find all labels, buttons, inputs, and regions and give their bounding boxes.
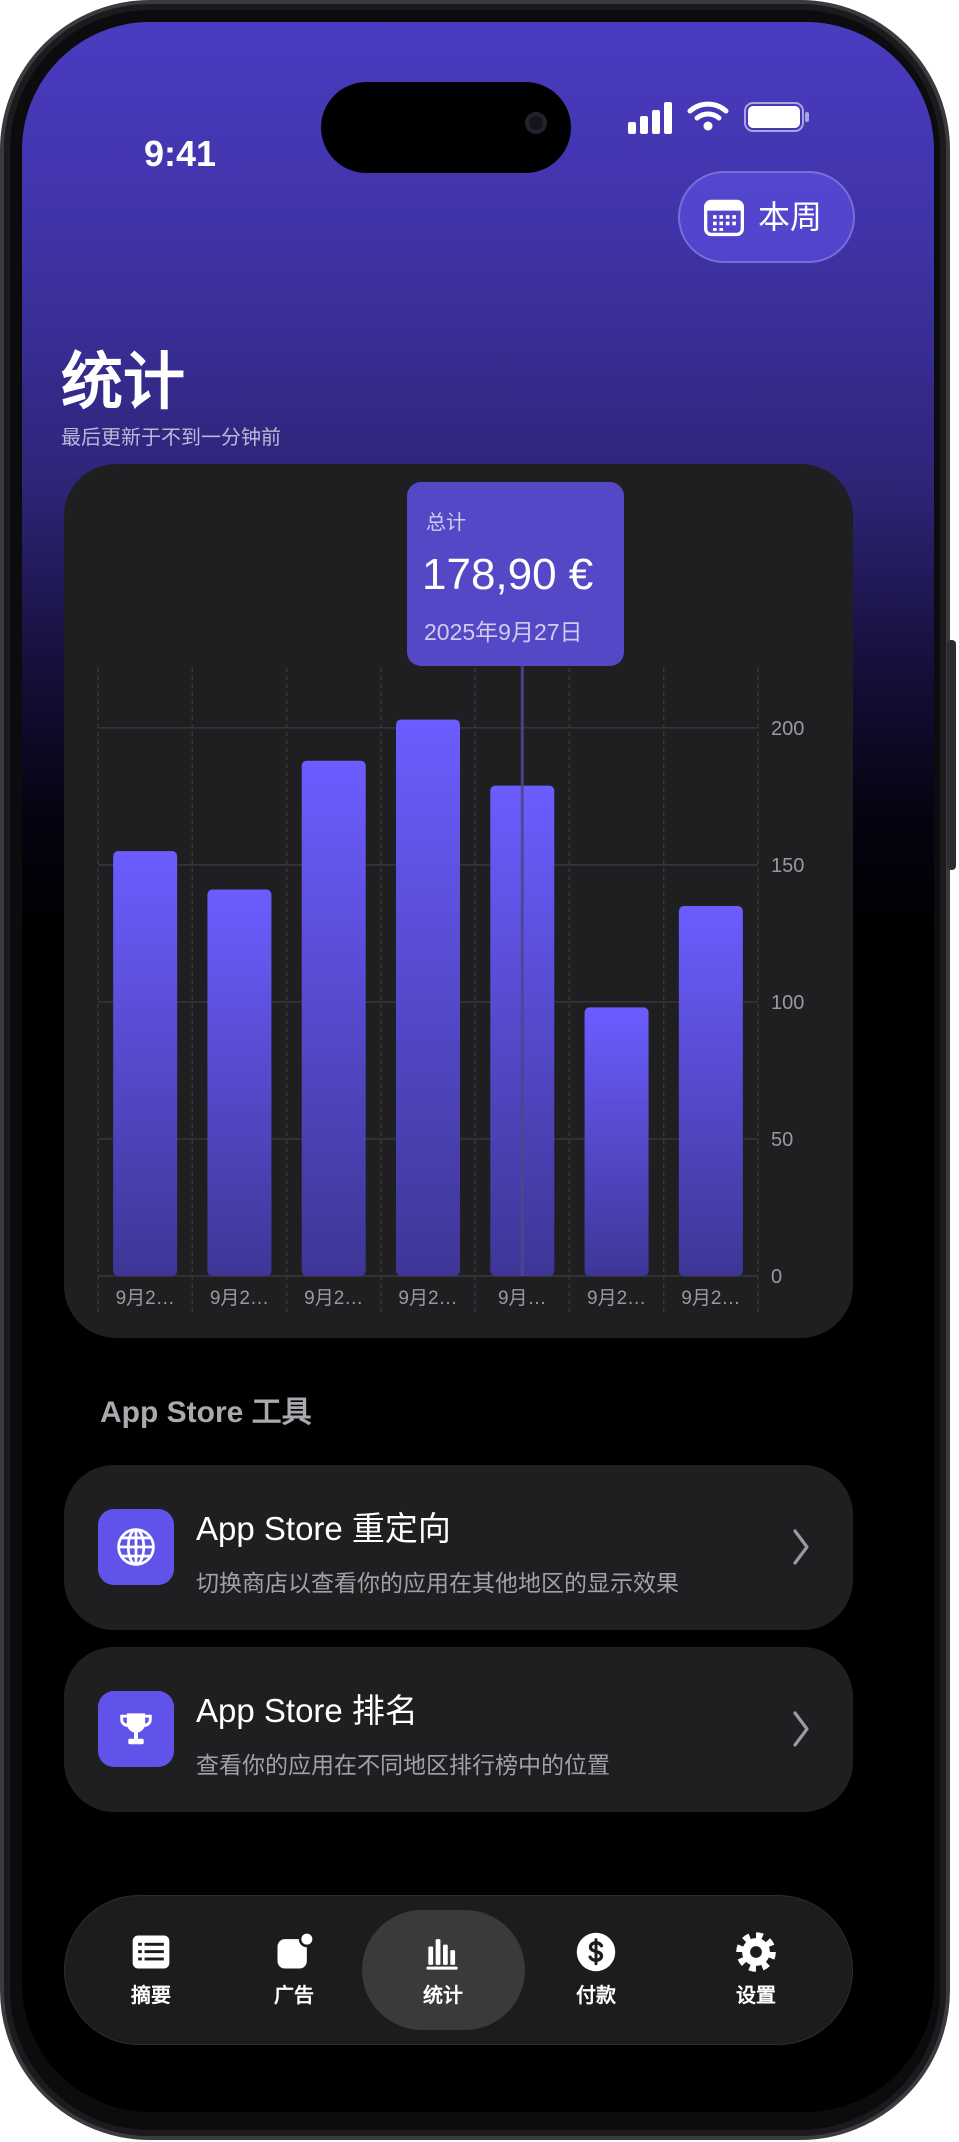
trophy-icon: [120, 1713, 152, 1745]
chevron-right-icon: [793, 1529, 809, 1565]
tab-label: 摘要: [131, 1985, 171, 2007]
x-tick-label: 9月…: [498, 1288, 547, 1309]
tab-label: 广告: [274, 1985, 314, 2007]
y-tick-label: 150: [771, 855, 804, 877]
ad-icon: [277, 1931, 315, 1969]
tool-icon-box: [98, 1691, 174, 1767]
x-tick-label: 9月2…: [587, 1288, 646, 1309]
bar-chart-icon: [426, 1939, 458, 1970]
bar[interactable]: [113, 851, 178, 1276]
battery-icon: [744, 102, 809, 132]
tab-ads[interactable]: 广告: [234, 1896, 354, 2043]
tab-summary[interactable]: 摘要: [91, 1896, 211, 2043]
x-tick-label: 9月2…: [210, 1288, 269, 1309]
bar[interactable]: [678, 905, 743, 1276]
globe-icon: [117, 1528, 155, 1566]
x-tick-label: 9月2…: [116, 1288, 175, 1309]
calendar-icon: [704, 199, 744, 237]
tool-card-redirect[interactable]: App Store 重定向 切换商店以查看你的应用在其他地区的显示效果: [64, 1465, 853, 1630]
status-time: 9:41: [143, 133, 217, 174]
period-button-label: 本周: [758, 199, 823, 235]
dynamic-island: [321, 82, 571, 173]
y-tick-label: 50: [771, 1129, 793, 1151]
tooltip-value: 178,90 €: [422, 550, 594, 599]
tooltip-label: 总计: [426, 512, 466, 534]
tool-card-ranking[interactable]: App Store 排名 查看你的应用在不同地区排行榜中的位置: [64, 1647, 853, 1812]
bar[interactable]: [207, 889, 272, 1276]
bar[interactable]: [584, 1007, 649, 1276]
tooltip-date: 2025年9月27日: [424, 619, 583, 645]
tab-settings[interactable]: 设置: [696, 1896, 816, 2043]
period-button[interactable]: 本周: [678, 171, 855, 263]
camera-icon: [525, 112, 547, 134]
tab-label: 统计: [423, 1985, 463, 2007]
bar[interactable]: [301, 760, 366, 1276]
tab-bar: 摘要 广告 统计 付款 设置: [64, 1895, 853, 2045]
signal-icon: [628, 102, 672, 134]
chart-card: 0 50 100 150 200 9月2… 9月2… 9月2… 9月2… 9月… 9月2… 9月2… …: [64, 464, 853, 1338]
last-updated-text: 最后更新于不到一分钟前: [61, 427, 281, 449]
x-tick-label: 9月2…: [681, 1288, 740, 1309]
dollar-icon: [576, 1932, 616, 1972]
y-tick-label: 100: [771, 992, 804, 1014]
chart-tooltip: 总计 178,90 € 2025年9月27日: [407, 482, 624, 666]
side-button: [947, 640, 956, 870]
tool-subtitle: 切换商店以查看你的应用在其他地区的显示效果: [196, 1570, 679, 1596]
x-tick-label: 9月2…: [304, 1288, 363, 1309]
section-title-tools: App Store 工具: [100, 1396, 312, 1429]
tab-label: 付款: [576, 1985, 616, 2007]
x-tick-label: 9月2…: [398, 1288, 457, 1309]
tab-label: 设置: [736, 1985, 776, 2007]
tool-title: App Store 排名: [196, 1692, 418, 1729]
y-tick-label: 200: [771, 718, 804, 740]
tab-payments[interactable]: 付款: [536, 1896, 656, 2043]
tool-icon-box: [98, 1509, 174, 1585]
screen: 9:41 本周 统计 最后更新于不到一分钟前 0 50 100 150 200 …: [22, 22, 934, 2112]
tool-subtitle: 查看你的应用在不同地区排行榜中的位置: [196, 1752, 610, 1778]
page-title: 统计: [61, 348, 186, 417]
chevron-right-icon: [793, 1711, 809, 1747]
bar[interactable]: [396, 719, 460, 1276]
gear-icon: [736, 1932, 776, 1972]
y-tick-label: 0: [771, 1266, 782, 1288]
tool-title: App Store 重定向: [196, 1510, 451, 1547]
wifi-icon: [687, 101, 729, 131]
list-icon: [132, 1935, 170, 1969]
tab-stats[interactable]: 统计: [383, 1896, 503, 2043]
